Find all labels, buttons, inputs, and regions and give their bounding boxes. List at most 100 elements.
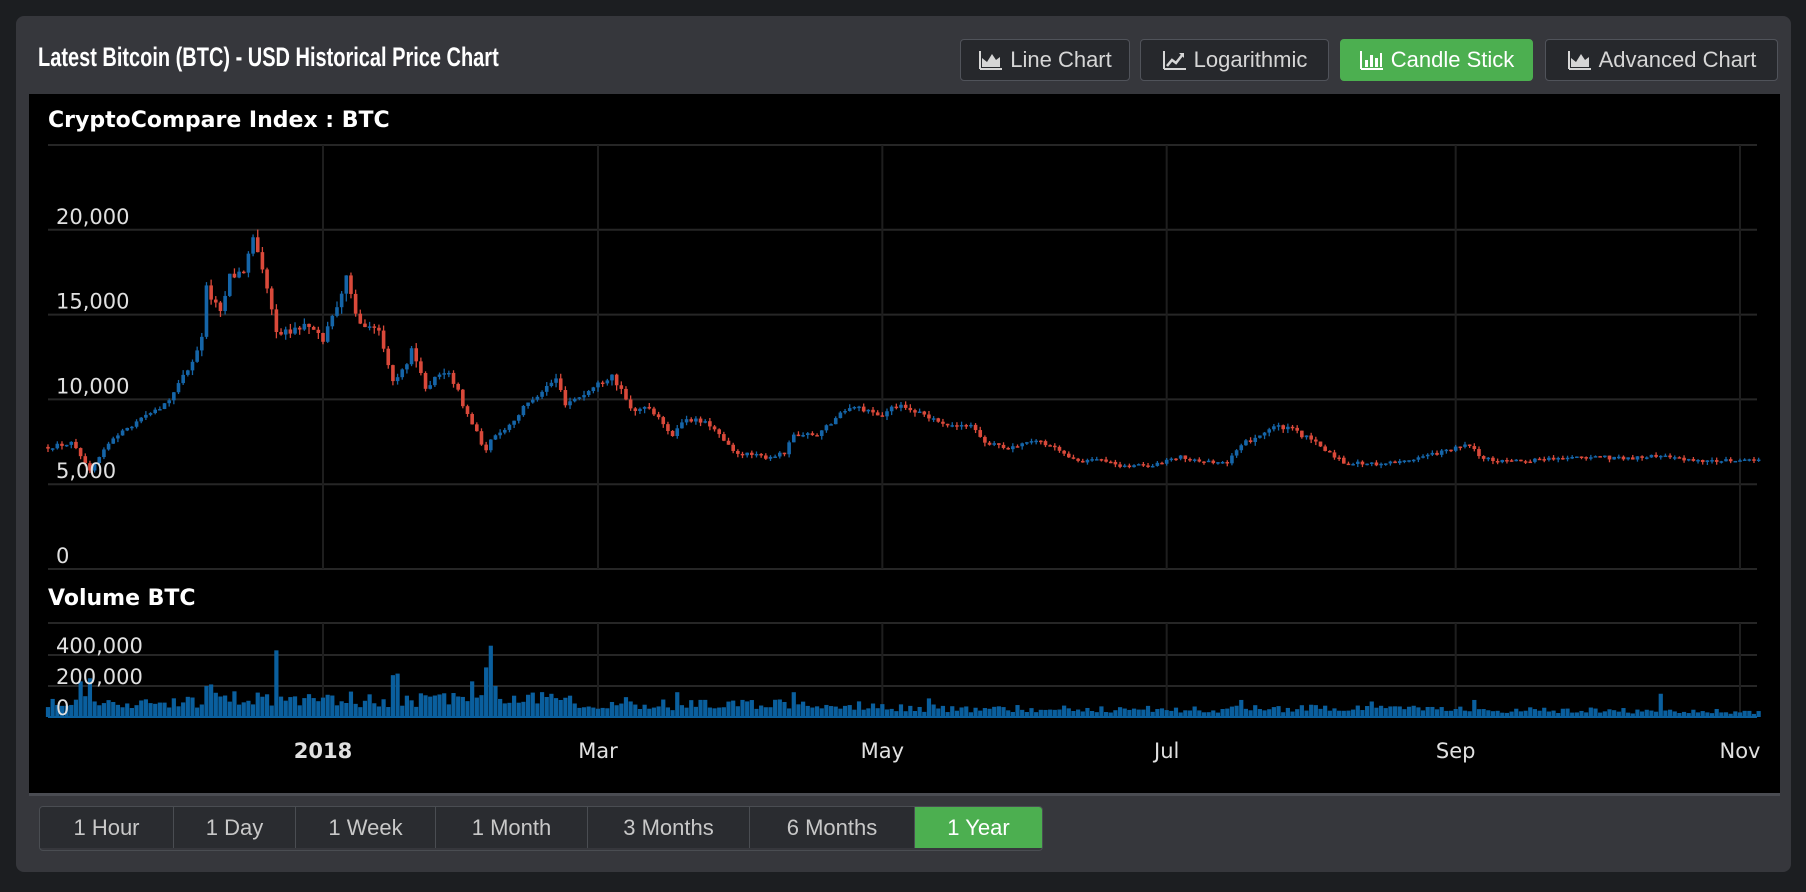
volume-bar: [269, 705, 274, 717]
candle-body: [442, 373, 446, 375]
chart-type-button-logarithmic[interactable]: Logarithmic: [1140, 39, 1329, 81]
volume-bar: [712, 708, 717, 717]
volume-bar: [474, 697, 479, 717]
candle-body: [1039, 440, 1043, 443]
volume-bar: [768, 707, 773, 717]
volume-bar: [1756, 711, 1761, 717]
volume-bar: [782, 702, 787, 717]
candle-body: [437, 374, 442, 377]
range-button-1-year[interactable]: 1 Year: [915, 807, 1042, 848]
candle-body: [684, 419, 689, 423]
candle-body: [1742, 459, 1747, 461]
candle-body: [102, 449, 106, 458]
volume-bar: [162, 702, 167, 717]
candle-body: [1570, 456, 1574, 459]
candle-body: [987, 442, 992, 445]
range-button-1-week[interactable]: 1 Week: [296, 807, 436, 848]
chart-type-button-candle-stick[interactable]: Candle Stick: [1340, 39, 1533, 81]
candle-body: [1272, 426, 1276, 430]
candle-body: [1402, 460, 1407, 463]
volume-bar: [847, 705, 852, 717]
volume-bar: [842, 705, 848, 717]
chart-type-button-line-chart[interactable]: Line Chart: [960, 39, 1130, 81]
volume-bar: [157, 702, 162, 717]
volume-bar: [814, 706, 820, 717]
volume-bar: [1588, 707, 1593, 717]
candle-body: [167, 400, 171, 404]
range-button-6-months[interactable]: 6 Months: [750, 807, 915, 848]
chart-type-label: Candle Stick: [1390, 47, 1515, 72]
volume-bar: [982, 708, 987, 717]
volume-bar: [460, 696, 465, 717]
candle-body: [139, 417, 144, 422]
page-title: Latest Bitcoin (BTC) - USD Historical Pr…: [38, 42, 499, 72]
candle-body: [1691, 459, 1696, 461]
volume-bar: [1612, 710, 1617, 717]
candle-body: [824, 425, 829, 431]
range-button-3-months[interactable]: 3 Months: [588, 807, 750, 848]
candle-body: [1500, 460, 1505, 463]
volume-bar: [1192, 706, 1197, 717]
candle-body: [875, 412, 880, 416]
candle-body: [302, 323, 307, 330]
candle-body: [1556, 457, 1561, 460]
candle-body: [717, 429, 722, 435]
x-tick-label: Jul: [1152, 739, 1179, 763]
candle-body: [703, 421, 708, 423]
candle-body: [787, 442, 791, 455]
volume-bar: [1253, 705, 1258, 717]
volume-bar: [1015, 705, 1020, 717]
candle-body: [255, 237, 260, 253]
candle-body: [64, 444, 69, 447]
volume-bar: [665, 707, 671, 717]
candle-body: [1365, 463, 1369, 466]
candle-body: [181, 374, 185, 384]
candle-body: [722, 434, 726, 441]
candle-body: [1407, 460, 1411, 462]
candle-body: [1523, 461, 1528, 463]
volume-bar: [502, 703, 507, 717]
candle-body: [801, 435, 805, 437]
volume-bar: [1001, 707, 1006, 717]
candle-body: [1658, 455, 1663, 458]
candle-body: [521, 405, 526, 416]
volume-bar: [134, 705, 139, 717]
candle-body: [1719, 461, 1724, 463]
candle-body: [526, 402, 530, 406]
volume-bar: [819, 708, 824, 717]
candle-body: [1696, 459, 1700, 462]
volume-bar: [619, 703, 624, 717]
candle-body: [1663, 455, 1668, 458]
volume-bar: [390, 675, 396, 717]
volume-bar: [1243, 708, 1249, 717]
chart-type-button-advanced-chart[interactable]: Advanced Chart: [1545, 39, 1778, 81]
candle-body: [885, 411, 889, 417]
candle-body: [209, 285, 213, 300]
range-button-1-month[interactable]: 1 Month: [436, 807, 588, 848]
candle-body: [447, 372, 451, 375]
candle-body: [997, 443, 1001, 445]
range-button-1-day[interactable]: 1 Day: [174, 807, 296, 848]
volume-bar: [353, 703, 358, 717]
candle-body: [1379, 463, 1383, 466]
candle-body: [1202, 461, 1206, 464]
candle-body: [1309, 435, 1313, 440]
candle-body: [1584, 457, 1588, 459]
candle-body: [1230, 455, 1234, 464]
volume-bar: [908, 705, 913, 717]
candle-body: [1752, 459, 1756, 461]
volume-bar: [1299, 705, 1304, 717]
volume-bar: [595, 708, 601, 717]
volume-bar: [623, 697, 629, 717]
candle-body: [1369, 462, 1374, 464]
candle-body: [1006, 447, 1010, 450]
volume-bar: [209, 684, 214, 717]
candle-body: [1491, 457, 1495, 462]
volume-bar: [591, 707, 596, 717]
volume-bar: [1528, 707, 1533, 717]
volume-bar: [250, 704, 256, 717]
candle-body: [50, 448, 55, 450]
range-button-1-hour[interactable]: 1 Hour: [40, 807, 174, 848]
candle-body: [465, 406, 470, 415]
volume-bar: [1141, 709, 1146, 717]
